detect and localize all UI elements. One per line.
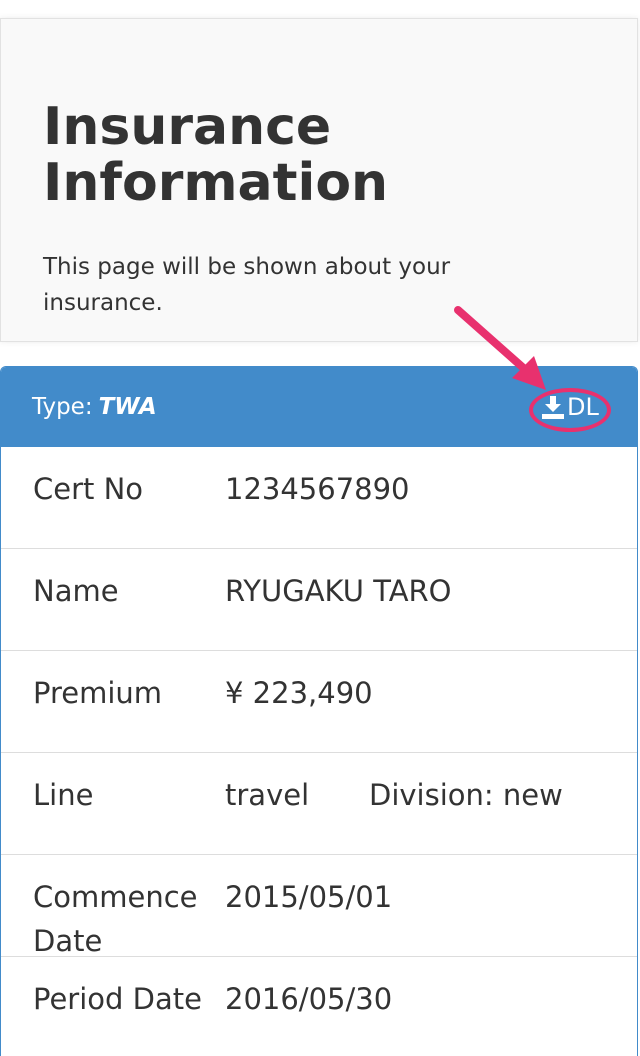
type-value: TWA — [98, 394, 157, 420]
pointer-arrow-icon — [454, 306, 546, 390]
type-field: Type: TWA — [32, 391, 157, 423]
line-value: travel — [225, 778, 310, 812]
page-header: Insurance Information This page will be … — [0, 18, 638, 342]
detail-row-period-date: Period Date 2016/05/30 — [1, 957, 637, 1056]
name-label: Name — [33, 574, 119, 608]
detail-row-line: Line travel Division: new — [1, 753, 637, 855]
period-date-value: 2016/05/30 — [225, 982, 393, 1016]
cert-no-label: Cert No — [33, 472, 144, 506]
detail-row-name: Name RYUGAKU TARO — [1, 549, 637, 651]
type-label: Type: — [32, 394, 93, 420]
line-label: Line — [33, 778, 94, 812]
division-value: Division: new — [369, 778, 563, 812]
premium-label: Premium — [33, 676, 163, 710]
page-title: Insurance Information — [43, 97, 389, 213]
insurance-panel: Type: TWA DL Cert No 1234567890 Name RYUG… — [0, 366, 638, 1056]
detail-row-commence-date: Commence Date 2015/05/01 — [1, 855, 637, 958]
detail-row-cert-no: Cert No 1234567890 — [1, 447, 637, 549]
commence-date-label: Commence Date — [33, 880, 198, 958]
name-value: RYUGAKU TARO — [225, 574, 452, 608]
commence-date-value: 2015/05/01 — [225, 880, 393, 914]
cert-no-value: 1234567890 — [225, 472, 410, 506]
detail-row-premium: Premium ¥ 223,490 — [1, 651, 637, 753]
premium-value: ¥ 223,490 — [225, 676, 373, 710]
period-date-label: Period Date — [33, 982, 202, 1016]
